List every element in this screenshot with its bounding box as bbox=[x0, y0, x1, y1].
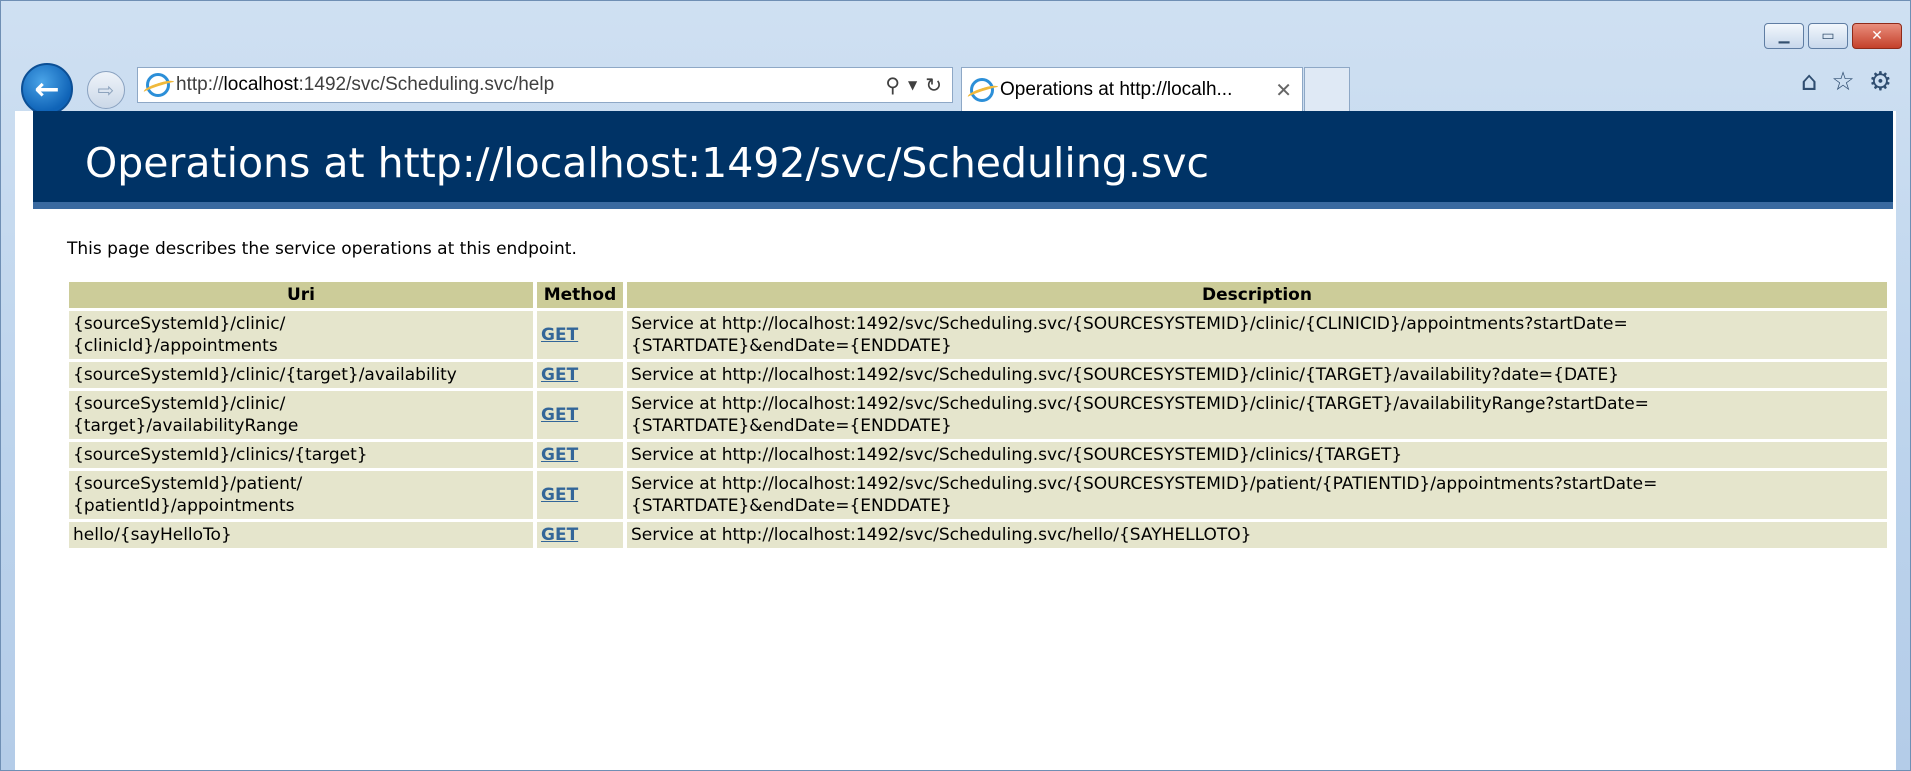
uri-cell: {sourceSystemId}/clinics/{target} bbox=[69, 442, 533, 468]
description-line: {STARTDATE}&endDate={ENDDATE} bbox=[631, 336, 952, 356]
table-body: {sourceSystemId}/clinic/{clinicId}/appoi… bbox=[69, 311, 1887, 548]
operations-table: Uri Method Description {sourceSystemId}/… bbox=[65, 279, 1891, 551]
refresh-icon[interactable]: ↻ bbox=[925, 73, 942, 97]
back-button[interactable]: ← bbox=[21, 63, 73, 115]
description-cell: Service at http://localhost:1492/svc/Sch… bbox=[627, 522, 1887, 548]
new-tab-button[interactable] bbox=[1304, 67, 1350, 111]
uri-line: {sourceSystemId}/clinics/{target} bbox=[73, 445, 368, 465]
browser-window: ▁ ▭ ✕ ← ⇨ http://localhost:1492/svc/Sche… bbox=[0, 0, 1911, 771]
dropdown-icon[interactable]: ▼ bbox=[908, 78, 917, 92]
method-cell: GET bbox=[537, 391, 623, 439]
description-line: Service at http://localhost:1492/svc/Sch… bbox=[631, 314, 1628, 334]
window-controls: ▁ ▭ ✕ bbox=[1764, 23, 1902, 49]
uri-line: {patientId}/appointments bbox=[73, 496, 295, 516]
header-uri: Uri bbox=[69, 282, 533, 308]
table-row: {sourceSystemId}/clinic/{clinicId}/appoi… bbox=[69, 311, 1887, 359]
back-icon: ← bbox=[34, 71, 60, 107]
minimize-icon: ▁ bbox=[1778, 28, 1790, 44]
close-icon: ✕ bbox=[1871, 28, 1883, 44]
tab-close-icon[interactable]: ✕ bbox=[1275, 78, 1292, 102]
description-line: {STARTDATE}&endDate={ENDDATE} bbox=[631, 496, 952, 516]
tab-ie-icon bbox=[970, 77, 994, 102]
address-prefix: http:// bbox=[176, 74, 224, 95]
uri-cell: hello/{sayHelloTo} bbox=[69, 522, 533, 548]
description-line: Service at http://localhost:1492/svc/Sch… bbox=[631, 525, 1252, 545]
table-row: {sourceSystemId}/clinics/{target} GET Serv… bbox=[69, 442, 1887, 468]
header-method: Method bbox=[537, 282, 623, 308]
description-cell: Service at http://localhost:1492/svc/Sch… bbox=[627, 442, 1887, 468]
method-cell: GET bbox=[537, 311, 623, 359]
table-row: hello/{sayHelloTo} GET Service at http://l… bbox=[69, 522, 1887, 548]
description-cell: Service at http://localhost:1492/svc/Sch… bbox=[627, 391, 1887, 439]
uri-line: {sourceSystemId}/clinic/ bbox=[73, 394, 286, 414]
maximize-button[interactable]: ▭ bbox=[1808, 23, 1848, 49]
table-row: {sourceSystemId}/patient/{patientId}/app… bbox=[69, 471, 1887, 519]
address-url[interactable]: http://localhost:1492/svc/Scheduling.svc… bbox=[176, 74, 554, 96]
description-cell: Service at http://localhost:1492/svc/Sch… bbox=[627, 311, 1887, 359]
uri-cell: {sourceSystemId}/clinic/{target}/availab… bbox=[69, 391, 533, 439]
table-row: {sourceSystemId}/clinic/{target}/availab… bbox=[69, 391, 1887, 439]
address-host: localhost bbox=[223, 74, 299, 95]
method-cell: GET bbox=[537, 522, 623, 548]
uri-cell: {sourceSystemId}/clinic/{clinicId}/appoi… bbox=[69, 311, 533, 359]
method-link[interactable]: GET bbox=[541, 405, 578, 425]
uri-line: {sourceSystemId}/clinic/{target}/availab… bbox=[73, 365, 457, 385]
header-description: Description bbox=[627, 282, 1887, 308]
toolbar-icons: ⌂ ☆ ⚙ bbox=[1801, 67, 1892, 97]
search-icon[interactable]: ⚲ bbox=[885, 73, 900, 97]
description-cell: Service at http://localhost:1492/svc/Sch… bbox=[627, 471, 1887, 519]
method-link[interactable]: GET bbox=[541, 485, 578, 505]
method-link[interactable]: GET bbox=[541, 445, 578, 465]
uri-line: {target}/availabilityRange bbox=[73, 416, 299, 436]
method-link[interactable]: GET bbox=[541, 365, 578, 385]
method-link[interactable]: GET bbox=[541, 525, 578, 545]
page-title: Operations at http://localhost:1492/svc/… bbox=[85, 139, 1210, 187]
page-content: Operations at http://localhost:1492/svc/… bbox=[15, 111, 1896, 770]
uri-cell: {sourceSystemId}/patient/{patientId}/app… bbox=[69, 471, 533, 519]
intro-text: This page describes the service operatio… bbox=[67, 239, 577, 259]
description-cell: Service at http://localhost:1492/svc/Sch… bbox=[627, 362, 1887, 388]
method-cell: GET bbox=[537, 362, 623, 388]
uri-line: hello/{sayHelloTo} bbox=[73, 525, 232, 545]
forward-icon: ⇨ bbox=[97, 78, 115, 102]
method-link[interactable]: GET bbox=[541, 325, 578, 345]
tab-operations[interactable]: Operations at http://localh... ✕ bbox=[961, 67, 1303, 111]
forward-button[interactable]: ⇨ bbox=[87, 71, 125, 109]
close-window-button[interactable]: ✕ bbox=[1852, 23, 1902, 49]
description-line: Service at http://localhost:1492/svc/Sch… bbox=[631, 365, 1620, 385]
description-line: Service at http://localhost:1492/svc/Sch… bbox=[631, 445, 1403, 465]
maximize-icon: ▭ bbox=[1821, 28, 1835, 44]
uri-line: {sourceSystemId}/clinic/ bbox=[73, 314, 286, 334]
uri-cell: {sourceSystemId}/clinic/{target}/availab… bbox=[69, 362, 533, 388]
ie-icon bbox=[146, 73, 170, 97]
uri-line: {sourceSystemId}/patient/ bbox=[73, 474, 303, 494]
description-line: Service at http://localhost:1492/svc/Sch… bbox=[631, 474, 1658, 494]
description-line: {STARTDATE}&endDate={ENDDATE} bbox=[631, 416, 952, 436]
address-tools: ⚲ ▼ ↻ bbox=[885, 73, 952, 97]
minimize-button[interactable]: ▁ bbox=[1764, 23, 1804, 49]
method-cell: GET bbox=[537, 471, 623, 519]
address-bar[interactable]: http://localhost:1492/svc/Scheduling.svc… bbox=[137, 67, 953, 103]
uri-line: {clinicId}/appointments bbox=[73, 336, 278, 356]
home-icon[interactable]: ⌂ bbox=[1801, 67, 1818, 97]
table-row: {sourceSystemId}/clinic/{target}/availab… bbox=[69, 362, 1887, 388]
table-header-row: Uri Method Description bbox=[69, 282, 1887, 308]
favorites-star-icon[interactable]: ☆ bbox=[1831, 67, 1854, 97]
page-banner: Operations at http://localhost:1492/svc/… bbox=[33, 111, 1893, 209]
settings-gear-icon[interactable]: ⚙ bbox=[1869, 67, 1892, 97]
tab-title: Operations at http://localh... bbox=[1000, 78, 1233, 100]
method-cell: GET bbox=[537, 442, 623, 468]
address-rest: :1492/svc/Scheduling.svc/help bbox=[298, 74, 555, 95]
description-line: Service at http://localhost:1492/svc/Sch… bbox=[631, 394, 1649, 414]
